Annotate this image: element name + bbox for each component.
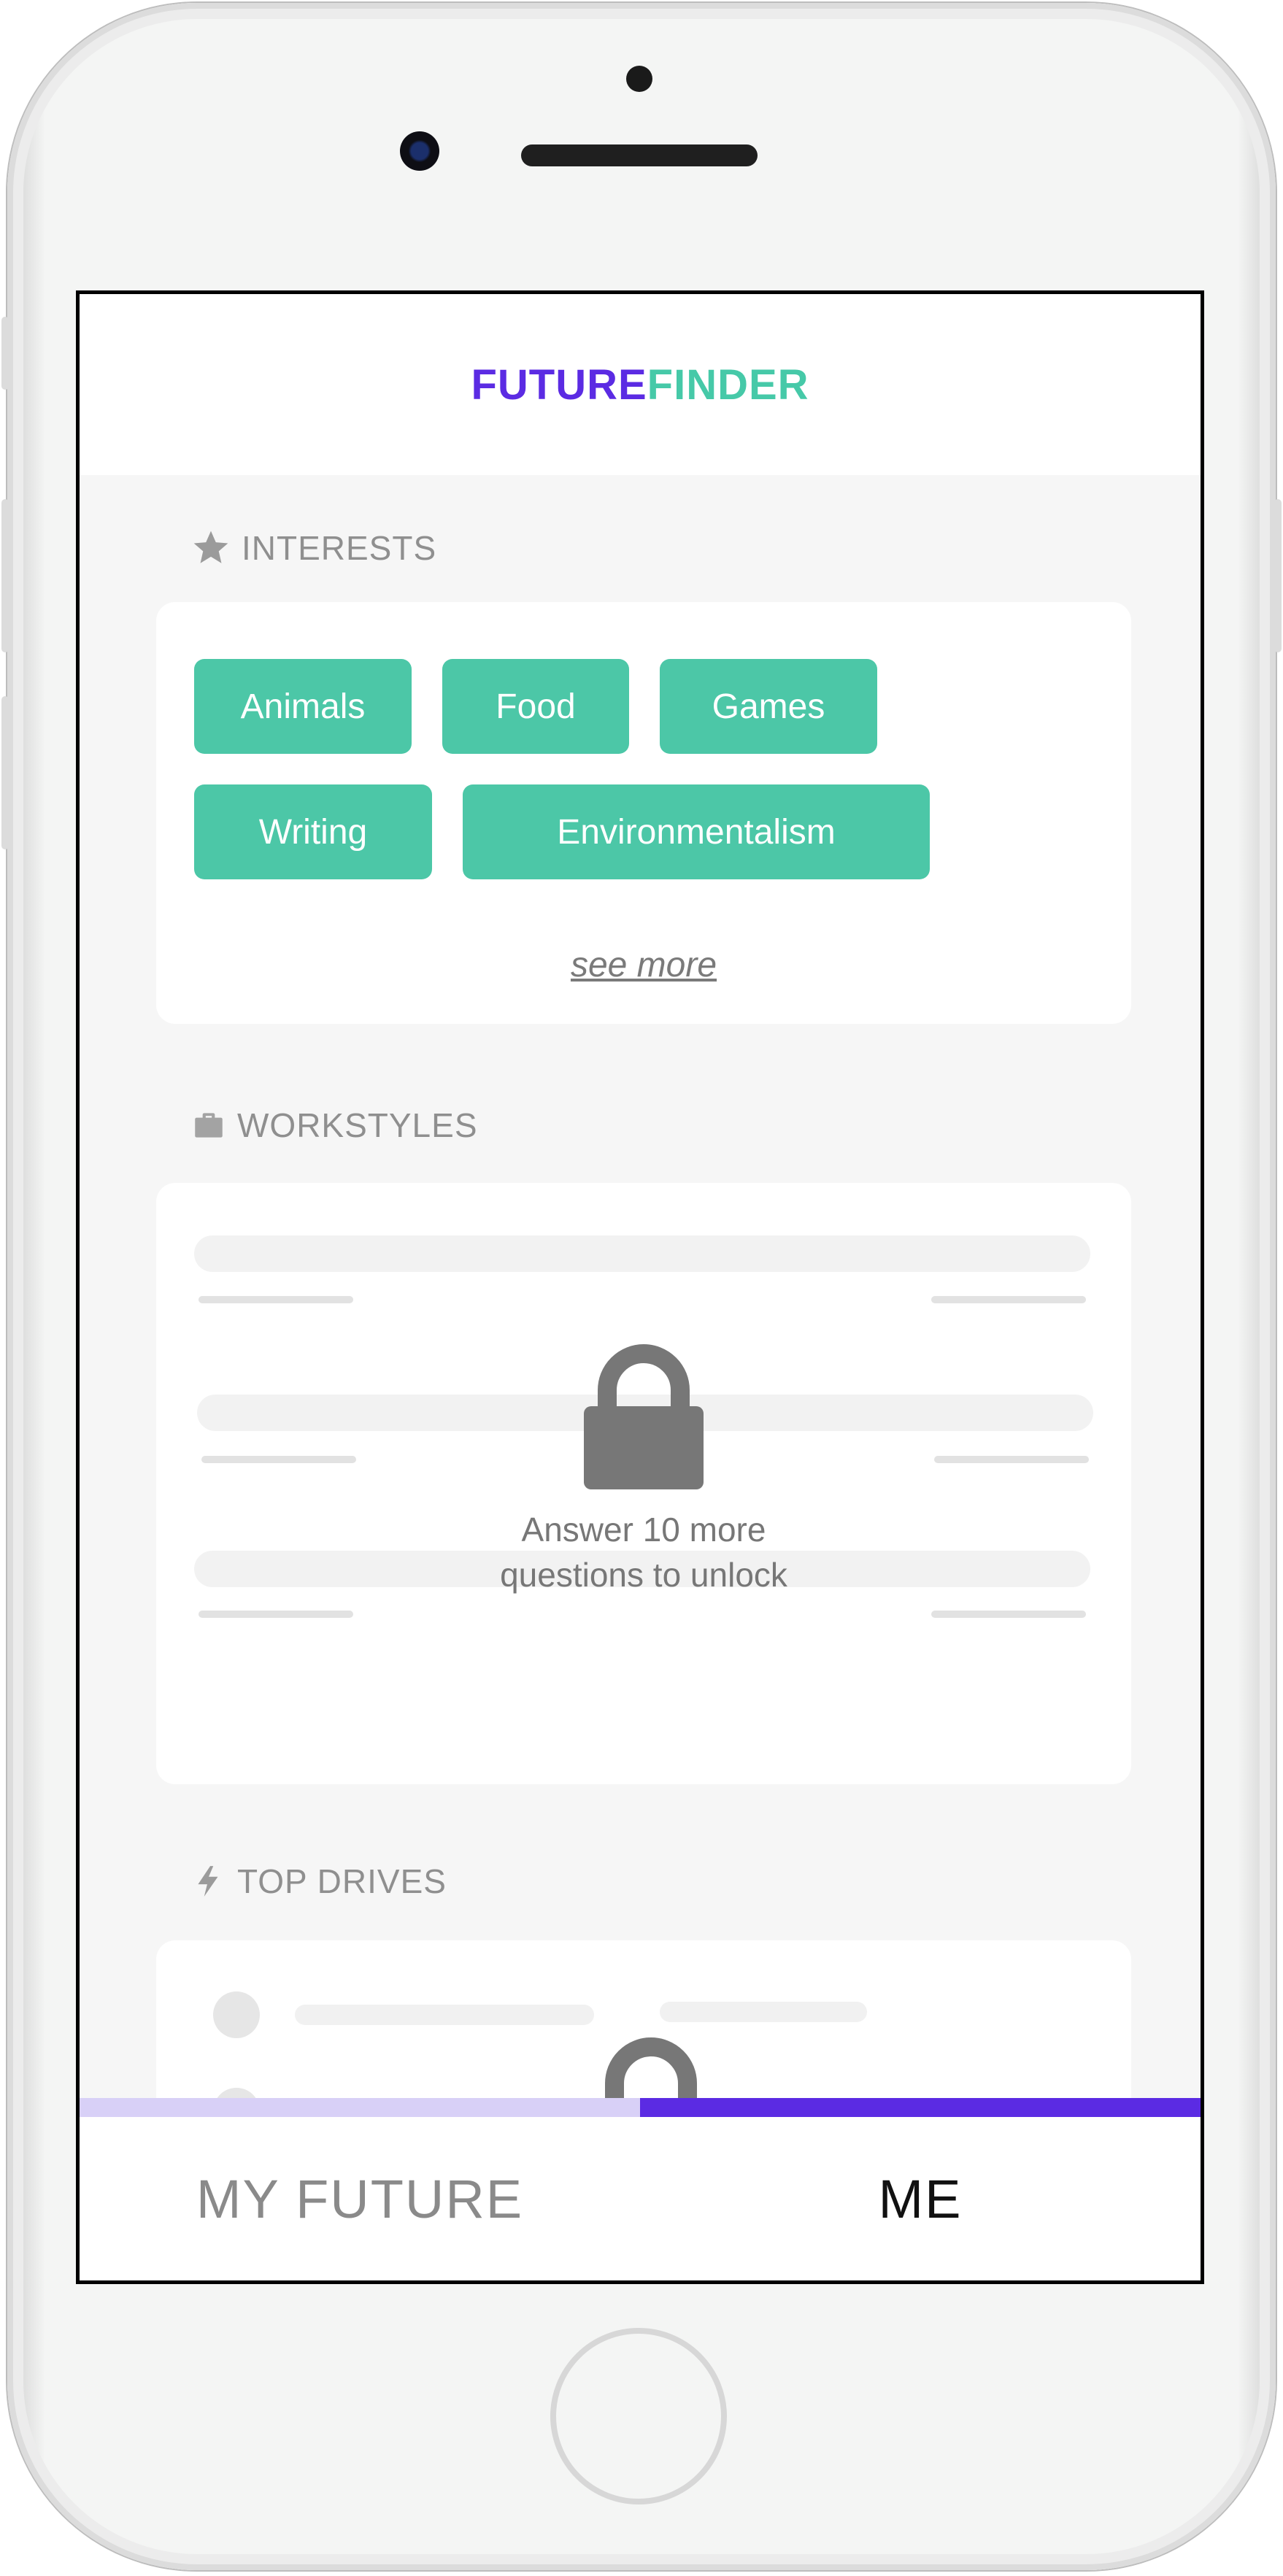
logo-finder: FINDER (647, 360, 809, 409)
interest-chip-animals[interactable]: Animals (194, 659, 412, 754)
tab-indicator-inactive (80, 2098, 640, 2117)
app-header: FUTUREFINDER (80, 294, 1201, 475)
app-screen: FUTUREFINDER INTERESTS Animals Food Game… (76, 290, 1204, 2284)
drive-placeholder-bar (295, 2005, 594, 2025)
lightning-icon (198, 1866, 218, 1897)
workstyles-card: Answer 10 more questions to unlock (156, 1183, 1131, 1784)
front-camera (400, 131, 439, 171)
slider-label-placeholder (201, 1456, 356, 1463)
volume-up-button (1, 499, 9, 652)
drive-placeholder-bar (660, 2002, 867, 2022)
futurefinder-logo: FUTUREFINDER (471, 360, 809, 409)
see-more-link[interactable]: see more (156, 945, 1131, 985)
proximity-sensor (626, 66, 652, 92)
lock-icon (584, 1344, 704, 1489)
interests-card: Animals Food Games Writing Environmental… (156, 602, 1131, 1024)
mute-switch (1, 317, 9, 390)
tab-indicator-active (640, 2098, 1201, 2117)
workstyles-title: WORKSTYLES (237, 1106, 478, 1144)
interest-chip-environmentalism[interactable]: Environmentalism (463, 784, 930, 879)
slider-label-placeholder (199, 1296, 353, 1303)
home-button[interactable] (550, 2328, 727, 2504)
slider-label-placeholder (199, 1611, 353, 1618)
logo-future: FUTURE (471, 360, 647, 409)
star-icon (193, 531, 228, 563)
interests-title: INTERESTS (242, 529, 437, 567)
unlock-message: Answer 10 more questions to unlock (156, 1507, 1131, 1597)
interest-chip-games[interactable]: Games (660, 659, 877, 754)
tab-me[interactable]: ME (640, 2117, 1201, 2280)
workstyles-heading: WORKSTYLES (190, 1106, 478, 1145)
interest-chip-food[interactable]: Food (442, 659, 629, 754)
unlock-message-line1: Answer 10 more (521, 1511, 766, 1549)
tab-my-future[interactable]: MY FUTURE (80, 2117, 640, 2280)
top-drives-title: TOP DRIVES (237, 1862, 447, 1900)
interests-heading: INTERESTS (190, 528, 436, 568)
slider-label-placeholder (934, 1456, 1089, 1463)
earpiece-speaker (521, 144, 758, 166)
unlock-message-line2: questions to unlock (500, 1556, 787, 1594)
interest-chip-writing[interactable]: Writing (194, 784, 432, 879)
briefcase-icon (195, 1113, 223, 1138)
workstyle-slider-placeholder (194, 1235, 1090, 1272)
top-drives-heading: TOP DRIVES (190, 1862, 447, 1901)
slider-label-placeholder (931, 1611, 1086, 1618)
bottom-tab-bar: MY FUTURE ME (80, 2098, 1201, 2280)
slider-label-placeholder (931, 1296, 1086, 1303)
drive-placeholder-dot (213, 1991, 260, 2038)
power-button (1274, 499, 1282, 652)
volume-down-button (1, 696, 9, 849)
